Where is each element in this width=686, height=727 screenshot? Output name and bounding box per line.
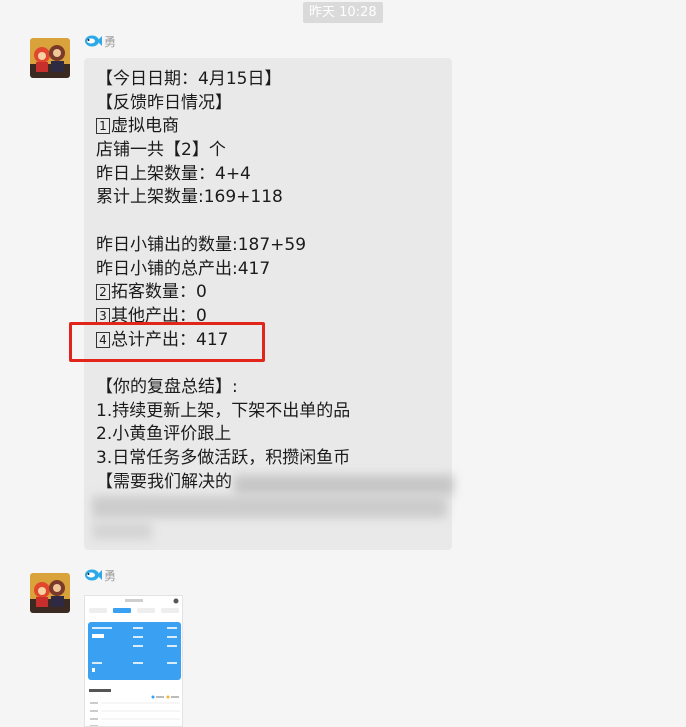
redacted-area (234, 475, 454, 495)
chat-window: 昨天 10:28 勇 【今日日期：4月15日】 【反馈昨日情况】 1 虚拟电商 店铺一共… (0, 0, 686, 727)
message-line: 累计上架数量:169+118 (96, 187, 283, 208)
redacted-area (92, 522, 152, 540)
message-line: 店铺一共【2】个 (96, 140, 226, 161)
number-box-icon: 2 (96, 284, 110, 301)
message-line: 昨日上架数量：4+4 (96, 163, 251, 184)
message-line: 3.日常任务多做活跃，积攒闲鱼币 (96, 448, 351, 468)
avatar[interactable] (30, 38, 70, 78)
message-line: 2.小黄鱼评价跟上 (96, 424, 232, 445)
number-box-icon: 1 (96, 118, 110, 135)
message-line: 【反馈昨日情况】 (96, 92, 232, 113)
image-attachment[interactable] (84, 595, 183, 727)
highlight-box (69, 322, 265, 362)
message-line: 昨日小铺出的数量:187+59 (96, 234, 307, 255)
message-line: 1 虚拟电商 (96, 115, 442, 139)
message-text: 【今日日期：4月15日】 【反馈昨日情况】 1 虚拟电商 店铺一共【2】个 昨日上架数量：… (96, 68, 442, 494)
fish-icon (85, 569, 102, 581)
message-line: 【你的复盘总结】: (96, 376, 238, 397)
message-line: 昨日小铺的总产出:417 (96, 258, 271, 279)
timestamp: 昨天 10:28 (303, 2, 383, 23)
message-line: 1.持续更新上架，下架不出单的品 (96, 400, 351, 421)
message-line: 2 拓客数量：0 (96, 281, 442, 305)
fish-icon (85, 35, 102, 47)
redacted-area (92, 496, 447, 518)
message-line: 【今日日期：4月15日】 (96, 69, 282, 89)
sender-name: 勇 (84, 566, 116, 584)
message-bubble[interactable]: 【今日日期：4月15日】 【反馈昨日情况】 1 虚拟电商 店铺一共【2】个 昨日上架数量：… (84, 58, 454, 550)
message-line (96, 210, 442, 234)
avatar[interactable] (30, 573, 70, 613)
screenshot-thumbnail (85, 596, 182, 726)
sender-name: 勇 (84, 32, 116, 50)
